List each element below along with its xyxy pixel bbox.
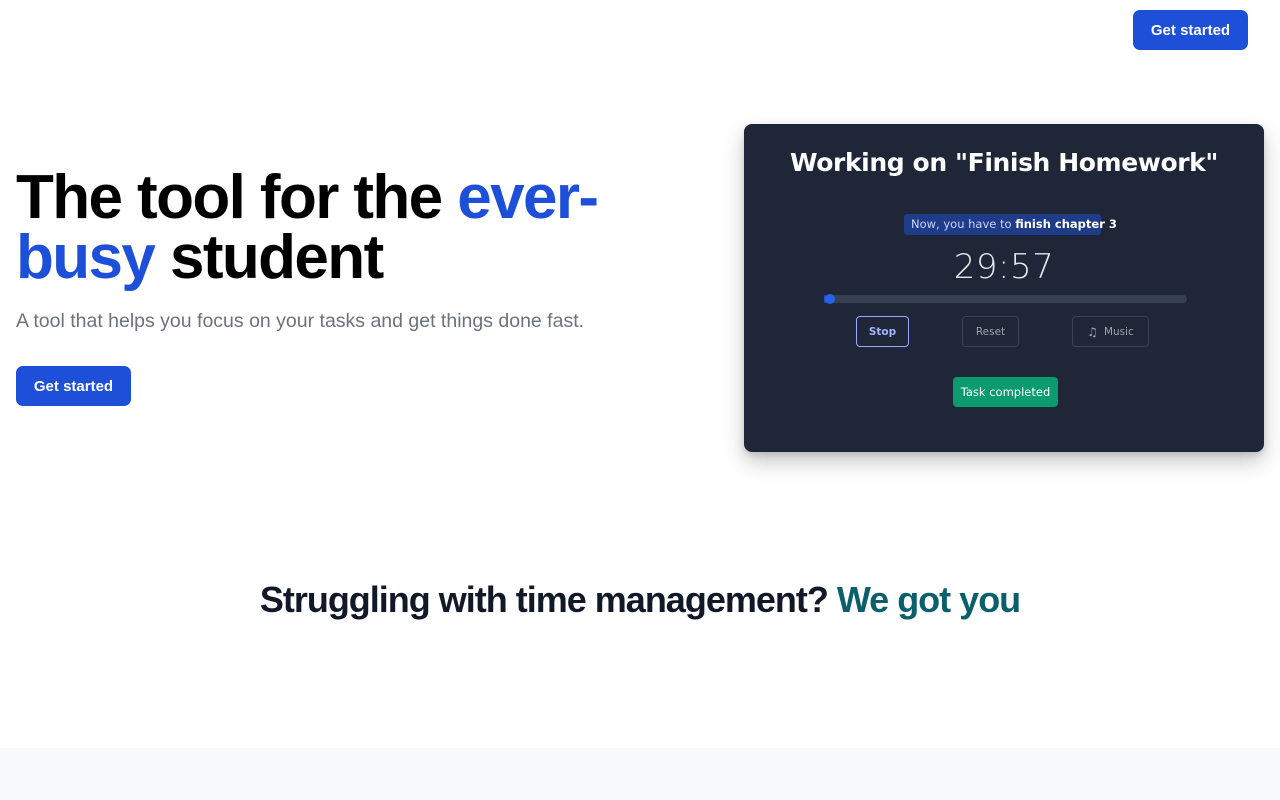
reset-button[interactable]: Reset (962, 316, 1019, 347)
music-button[interactable]: ♫ Music (1072, 316, 1149, 347)
section-title-part1: Struggling with time management? (259, 579, 837, 620)
footer-band (0, 748, 1280, 800)
hero-title-part2: student (154, 223, 384, 292)
task-completed-button[interactable]: Task completed (953, 377, 1058, 407)
music-button-label: Music (1103, 325, 1134, 338)
section-title-accent: We got you (836, 579, 1021, 620)
timer-card-title: Working on "Finish Homework" (789, 148, 1219, 177)
hero-get-started-button[interactable]: Get started (16, 366, 131, 406)
current-step-task: finish chapter 3 (1015, 217, 1117, 231)
timer-progress-bar (824, 294, 1187, 304)
stop-button[interactable]: Stop (856, 316, 909, 347)
timer-display: 29:57 (953, 247, 1055, 287)
hero-subtitle: A tool that helps you focus on your task… (16, 310, 585, 332)
landing-page: Get started The tool for the ever-busy s… (0, 0, 1280, 800)
current-step-prefix: Now, you have to (911, 217, 1016, 231)
timer-progress-handle[interactable] (824, 294, 835, 304)
music-note-icon: ♫ (1087, 324, 1098, 339)
current-step-badge: Now, you have to finish chapter 3 (904, 214, 1117, 235)
nav-get-started-button[interactable]: Get started (1133, 10, 1248, 50)
timer-card: Working on "Finish Homework" Now, you ha… (744, 124, 1264, 452)
section-title: Struggling with time management? We got … (0, 578, 1280, 622)
hero-title-part1: The tool for the (16, 163, 458, 232)
hero-title: The tool for the ever-busy student (16, 167, 656, 289)
